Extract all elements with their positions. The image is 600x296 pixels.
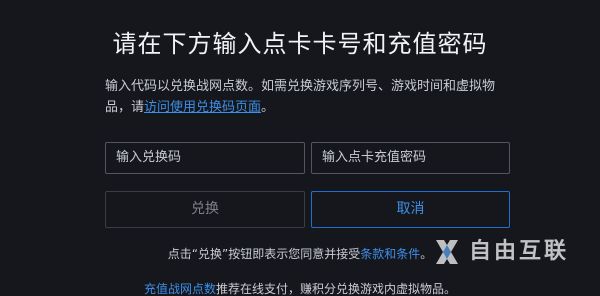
x-logo-icon bbox=[433, 238, 461, 266]
redeem-code-page-link[interactable]: 访问使用兑换码页面 bbox=[144, 100, 261, 115]
promo-notice: 充值战网点数推荐在线支付，赚积分兑换游戏内虚拟物品。 bbox=[0, 280, 600, 296]
instructions-text: 输入代码以兑换战网点数。如需兑换游戏序列号、游戏时间和虚拟物品，请访问使用兑换码… bbox=[105, 76, 515, 118]
watermark: 自由互联 bbox=[433, 236, 583, 268]
promo-text: 推荐在线支付，赚积分兑换游戏内虚拟物品。 bbox=[216, 282, 457, 296]
redeem-code-dialog: 请在下方输入点卡卡号和充值密码 输入代码以兑换战网点数。如需兑换游戏序列号、游戏… bbox=[0, 0, 600, 296]
dialog-title: 请在下方输入点卡卡号和充值密码 bbox=[112, 30, 488, 58]
card-password-field[interactable]: 输入点卡充值密码 bbox=[311, 142, 510, 174]
terms-end: 。 bbox=[420, 247, 433, 261]
terms-text: 点击“兑换”按钮即表示您同意并接受 bbox=[167, 247, 361, 261]
recharge-balance-link[interactable]: 充值战网点数 bbox=[144, 282, 216, 296]
instructions-end: 。 bbox=[261, 100, 275, 115]
watermark-text: 自由互联 bbox=[469, 239, 570, 264]
cancel-button[interactable]: 取消 bbox=[311, 191, 510, 228]
terms-link[interactable]: 条款和条件 bbox=[360, 247, 420, 261]
redeem-code-field[interactable]: 输入兑换码 bbox=[105, 142, 305, 174]
redeem-button[interactable]: 兑换 bbox=[105, 191, 305, 228]
